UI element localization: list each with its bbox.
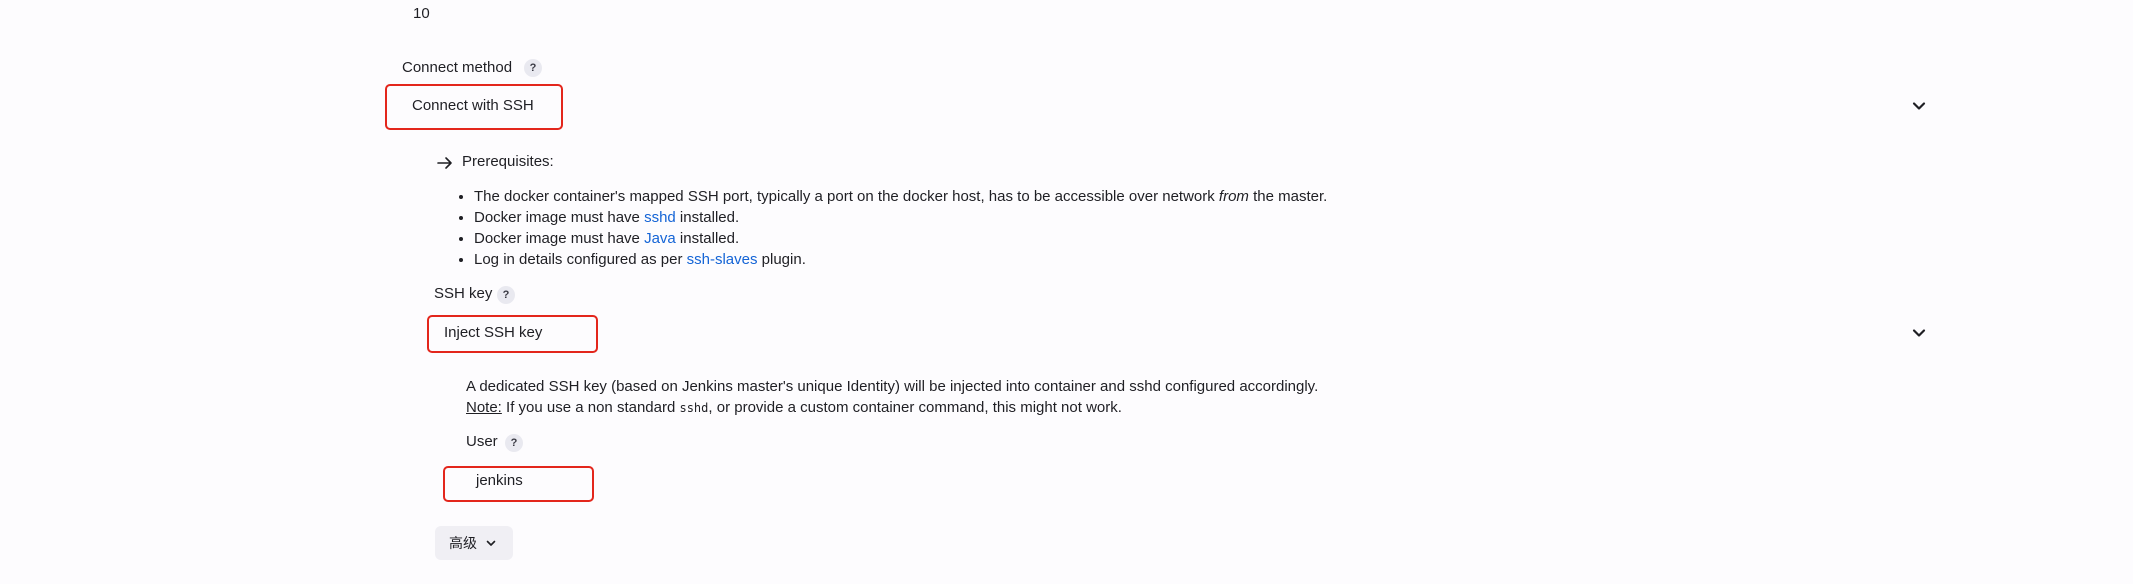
ssh-key-label: SSH key	[434, 285, 493, 302]
connect-method-label: Connect method	[402, 59, 513, 76]
user-input[interactable]: jenkins	[444, 466, 592, 500]
prerequisites-list: The docker container's mapped SSH port, …	[452, 186, 1327, 270]
connect-method-select[interactable]: Connect with SSH	[385, 84, 1926, 128]
chevron-down-icon	[1912, 102, 1926, 110]
previous-field-value: 10	[413, 5, 430, 22]
ssh-key-help-icon[interactable]: ?	[497, 286, 515, 304]
list-item: Docker image must have sshd installed.	[474, 207, 1327, 228]
ssh-key-select[interactable]: Inject SSH key	[428, 314, 1926, 358]
user-help-icon[interactable]: ?	[505, 434, 523, 452]
sshd-code: sshd	[679, 401, 709, 415]
connect-method-selected-value: Connect with SSH	[412, 97, 534, 114]
ssh-key-selected-value: Inject SSH key	[444, 324, 543, 341]
chevron-down-icon	[486, 540, 496, 546]
list-item: The docker container's mapped SSH port, …	[474, 186, 1327, 207]
list-item: Docker image must have Java installed.	[474, 228, 1327, 249]
connect-method-help-icon[interactable]: ?	[524, 59, 542, 77]
user-input-value: jenkins	[476, 472, 523, 489]
ssh-slaves-link[interactable]: ssh-slaves	[687, 251, 758, 268]
sshd-link[interactable]: sshd	[644, 209, 676, 226]
advanced-button[interactable]: 高级	[435, 526, 513, 560]
chevron-down-icon	[1912, 329, 1926, 337]
list-item: Log in details configured as per ssh-sla…	[474, 249, 1327, 270]
prerequisites-heading: Prerequisites:	[462, 153, 554, 170]
arrow-right-icon	[437, 157, 452, 169]
jenkins-cloud-config-panel: 10 Connect method ? Connect with SSH Pre…	[0, 0, 2133, 584]
ssh-key-note: Note: If you use a non standard sshd, or…	[466, 399, 1122, 416]
advanced-button-label: 高级	[449, 535, 477, 551]
note-label: Note:	[466, 399, 502, 416]
ssh-key-description: A dedicated SSH key (based on Jenkins ma…	[466, 378, 1319, 395]
java-link[interactable]: Java	[644, 230, 676, 247]
user-label: User	[466, 433, 498, 450]
